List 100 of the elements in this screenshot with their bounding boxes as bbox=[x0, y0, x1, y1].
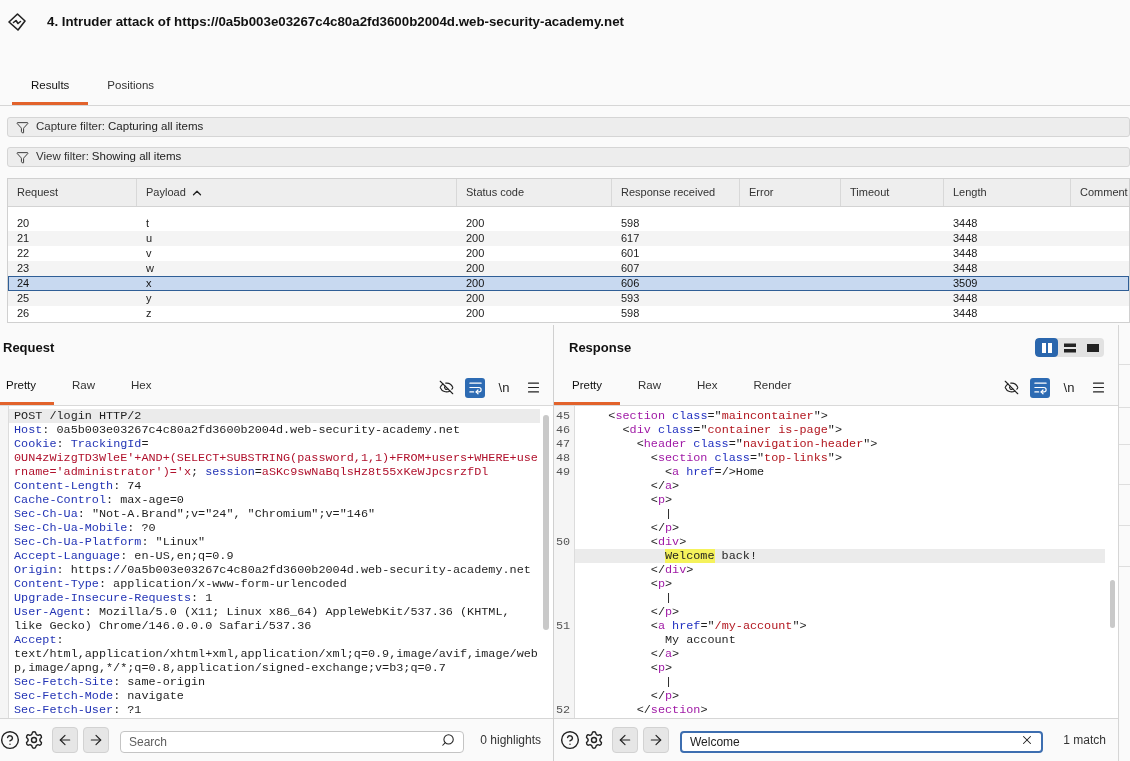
code-line: <p> bbox=[650, 577, 673, 591]
back-button[interactable] bbox=[612, 727, 638, 753]
column-header[interactable]: Timeout bbox=[841, 179, 944, 206]
code-line: <a href=/>Home bbox=[664, 465, 765, 479]
column-header[interactable]: Comment bbox=[1071, 179, 1129, 206]
code-line: </a> bbox=[650, 647, 680, 661]
table-cell: 200 bbox=[466, 232, 485, 245]
tab[interactable]: Results bbox=[12, 70, 89, 105]
arrow-right-icon bbox=[648, 732, 664, 748]
code-line: <a href="/my-account"> bbox=[650, 619, 807, 633]
table-row[interactable]: 21 u 200 617 3448 bbox=[8, 231, 1129, 246]
code-line: Sec-Fetch-Site: same-origin bbox=[14, 675, 206, 689]
code-line: </a> bbox=[650, 479, 680, 493]
split-rows-icon bbox=[1063, 342, 1076, 353]
line-number: 51 bbox=[556, 619, 571, 633]
code-line: p,image/apng,*/*;q=0.8,application/signed-exchange;v=b3;q=0.7 bbox=[14, 661, 446, 675]
table-cell: 26 bbox=[17, 307, 30, 320]
code-line: Content-Length: 74 bbox=[14, 479, 142, 493]
column-header[interactable]: Payload bbox=[137, 179, 457, 206]
table-cell: 3448 bbox=[953, 232, 978, 245]
code-line: <section class="top-links"> bbox=[650, 451, 842, 465]
tab[interactable]: Positions bbox=[88, 70, 174, 105]
help-icon[interactable] bbox=[560, 730, 580, 750]
scrollbar[interactable] bbox=[543, 415, 549, 630]
filter-icon bbox=[16, 120, 29, 134]
table-cell: 601 bbox=[621, 247, 640, 260]
search-field[interactable]: Welcome bbox=[680, 731, 1043, 753]
menu-icon bbox=[525, 380, 541, 395]
table-cell: 20 bbox=[17, 217, 30, 230]
menu-icon bbox=[1090, 380, 1106, 395]
column-header[interactable]: Response received bbox=[612, 179, 740, 206]
line-number: 48 bbox=[556, 451, 571, 465]
table-cell: 25 bbox=[17, 292, 30, 305]
table-cell: 607 bbox=[621, 262, 640, 275]
arrow-left-icon bbox=[57, 732, 73, 748]
code-line: rname='administrator')='x; session=aSKc9swNaBqlsHz8t55xKeWJpcsrzfDl bbox=[14, 465, 489, 479]
newline-toggle-button[interactable]: \n bbox=[494, 377, 514, 398]
column-header[interactable]: Error bbox=[740, 179, 841, 206]
line-number: 52 bbox=[556, 703, 571, 717]
code-line: POST /login HTTP/2 bbox=[14, 409, 142, 423]
table-cell: 3448 bbox=[953, 217, 978, 230]
line-number: 50 bbox=[556, 535, 571, 549]
tab[interactable]: Hex bbox=[113, 370, 170, 405]
table-cell: z bbox=[146, 307, 152, 320]
wrap-toggle-button[interactable] bbox=[465, 377, 485, 398]
forward-button[interactable] bbox=[643, 727, 669, 753]
code-line: <section class="maincontainer"> bbox=[608, 409, 828, 423]
settings-icon[interactable] bbox=[24, 730, 44, 750]
column-header[interactable]: Length bbox=[944, 179, 1071, 206]
layout-option-button[interactable] bbox=[1035, 338, 1058, 357]
code-line: Accept: bbox=[14, 633, 64, 647]
settings-icon[interactable] bbox=[584, 730, 604, 750]
newline-toggle-button[interactable]: \n bbox=[1059, 377, 1079, 398]
code-line: | bbox=[664, 507, 673, 521]
column-header[interactable]: Status code bbox=[457, 179, 612, 206]
code-line: </p> bbox=[650, 605, 680, 619]
wrap-text-icon bbox=[1032, 380, 1048, 395]
table-cell: 200 bbox=[466, 292, 485, 305]
forward-button[interactable] bbox=[83, 727, 109, 753]
table-cell: 22 bbox=[17, 247, 30, 260]
search-field[interactable]: Search bbox=[120, 731, 464, 753]
code-line: User-Agent: Mozilla/5.0 (X11; Linux x86_64) AppleWebKit/537.36 (KHTML, bbox=[14, 605, 510, 619]
code-line: <div> bbox=[650, 535, 687, 549]
table-row[interactable]: 24 x 200 606 3509 bbox=[8, 276, 1129, 291]
code-line: Upgrade-Insecure-Requests: 1 bbox=[14, 591, 213, 605]
clear-icon[interactable] bbox=[1020, 733, 1034, 747]
scrollbar[interactable] bbox=[1110, 580, 1115, 628]
filter-bar[interactable]: Capture filter: Capturing all items bbox=[7, 117, 1130, 137]
help-icon[interactable] bbox=[0, 730, 20, 750]
table-cell: t bbox=[146, 217, 150, 230]
code-line: </p> bbox=[650, 521, 680, 535]
table-cell: 200 bbox=[466, 277, 485, 290]
table-cell: 3448 bbox=[953, 292, 978, 305]
arrow-right-icon bbox=[88, 732, 104, 748]
back-button[interactable] bbox=[52, 727, 78, 753]
code-line: text/html,application/xhtml+xml,application/xml;q=0.9,image/avif,image/web bbox=[14, 647, 538, 661]
table-row[interactable]: 23 w 200 607 3448 bbox=[8, 261, 1129, 276]
filter-bar[interactable]: View filter: Showing all items bbox=[7, 147, 1130, 167]
table-cell: 606 bbox=[621, 277, 640, 290]
table-cell: 24 bbox=[17, 277, 30, 290]
column-header[interactable]: Request bbox=[8, 179, 137, 206]
code-line: | bbox=[664, 591, 673, 605]
tab[interactable]: Raw bbox=[620, 370, 680, 405]
table-cell: 200 bbox=[466, 262, 485, 275]
tab[interactable]: Hex bbox=[679, 370, 736, 405]
tab[interactable]: Render bbox=[735, 370, 810, 405]
eye-off-icon bbox=[1003, 380, 1019, 395]
code-line: <p> bbox=[650, 661, 673, 675]
table-cell: 200 bbox=[466, 247, 485, 260]
table-row[interactable]: 25 y 200 593 3448 bbox=[8, 291, 1129, 306]
code-line: <div class="container is-page"> bbox=[622, 423, 842, 437]
tab[interactable]: Raw bbox=[54, 370, 114, 405]
line-number: 46 bbox=[556, 423, 571, 437]
eye-off-icon bbox=[438, 380, 454, 395]
panel-title: Request bbox=[3, 338, 55, 357]
filter-icon bbox=[16, 150, 29, 164]
wrap-text-icon bbox=[467, 380, 483, 395]
search-result-count: 0 highlights bbox=[480, 732, 541, 749]
code-line: Accept-Language: en-US,en;q=0.9 bbox=[14, 549, 234, 563]
wrap-toggle-button[interactable] bbox=[1030, 377, 1050, 398]
